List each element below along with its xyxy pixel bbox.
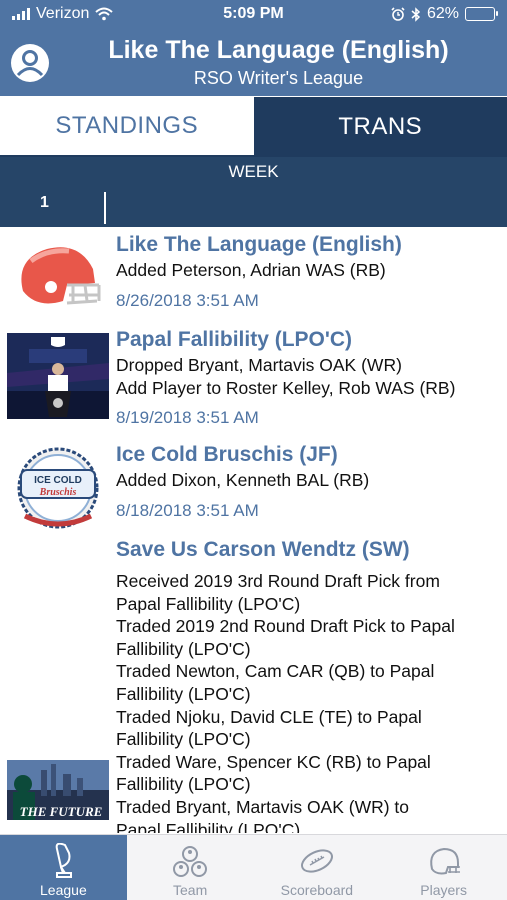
transaction-text: Save Us Carson Wendtz (SW) Received 2019… — [116, 536, 499, 833]
week-option-1[interactable]: 1 — [40, 194, 49, 212]
football-icon — [300, 849, 333, 873]
transaction-line: Traded Njoku, David CLE (TE) to Papal — [116, 706, 422, 727]
team-icon — [173, 846, 208, 877]
transaction-line: Fallibility (LPO'C) — [116, 638, 251, 659]
logo-text-top: ICE COLD — [34, 475, 82, 486]
nav-league[interactable]: League — [0, 835, 127, 900]
nfl-draft-podium-photo — [7, 333, 109, 419]
team-name[interactable]: Papal Fallibility (LPO'C) — [116, 326, 499, 354]
transaction-text: Papal Fallibility (LPO'C) Dropped Bryant… — [116, 326, 499, 429]
battery-percent: 62% — [426, 5, 459, 22]
transactions-list: Like The Language (English) Added Peters… — [0, 227, 507, 833]
transaction-text: Like The Language (English) Added Peters… — [116, 231, 499, 312]
status-right: 62% — [391, 5, 498, 23]
bottom-tab-bar: League Team Scoreboard Players — [0, 834, 507, 900]
page-title: Like The Language (English) — [108, 36, 449, 64]
nav-label: Scoreboard — [280, 882, 354, 898]
tab-trans[interactable]: TRANS — [253, 97, 507, 157]
transaction-date: 8/19/2018 3:51 AM — [116, 408, 259, 428]
week-divider — [104, 192, 106, 224]
view-tabs: STANDINGS TRANS — [0, 97, 507, 157]
helmet-icon — [429, 847, 460, 875]
trophy-icon — [56, 843, 73, 878]
transaction-line: Fallibility (LPO'C) — [116, 683, 251, 704]
nav-scoreboard[interactable]: Scoreboard — [254, 835, 381, 900]
bluetooth-icon — [411, 6, 421, 22]
ice-cold-bruschis-logo: ICE COLD Bruschis — [17, 447, 99, 529]
week-label: WEEK — [228, 162, 279, 181]
transaction-line: Added Peterson, Adrian WAS (RB) — [116, 260, 386, 280]
nav-label: Team — [173, 882, 208, 898]
photo-banner-text: THE FUTURE — [20, 804, 103, 819]
week-selector: WEEK 1 — [0, 157, 507, 227]
app-header: Verizon 5:09 PM 62% Like The Language (E… — [0, 0, 507, 96]
nav-label: Players — [420, 882, 467, 898]
league-subtitle: RSO Writer's League — [193, 68, 364, 88]
team-name[interactable]: Like The Language (English) — [116, 231, 499, 259]
transaction-line: Received 2019 3rd Round Draft Pick from — [116, 571, 440, 591]
list-item[interactable]: ICE COLD Bruschis Ice Cold Bruschis (JF)… — [0, 437, 507, 532]
transaction-date: 8/18/2018 3:51 AM — [116, 500, 259, 520]
transaction-line: Dropped Bryant, Martavis OAK (WR) — [116, 355, 402, 375]
transaction-line: Fallibility (LPO'C) — [116, 774, 251, 795]
team-name[interactable]: Ice Cold Bruschis (JF) — [116, 441, 499, 469]
nav-team[interactable]: Team — [127, 835, 254, 900]
list-item[interactable]: Papal Fallibility (LPO'C) Dropped Bryant… — [0, 322, 507, 437]
nav-players[interactable]: Players — [380, 835, 507, 900]
list-item[interactable]: Like The Language (English) Added Peters… — [0, 227, 507, 322]
tab-standings[interactable]: STANDINGS — [0, 97, 254, 157]
football-helmet-icon — [21, 247, 101, 305]
profile-avatar-icon[interactable] — [9, 42, 51, 84]
transaction-line: Papal Fallibility (LPO'C) — [116, 819, 301, 833]
alarm-icon — [391, 7, 405, 21]
transaction-line: Add Player to Roster Kelley, Rob WAS (RB… — [116, 377, 456, 398]
transaction-line: Traded Bryant, Martavis OAK (WR) to — [116, 796, 410, 817]
transaction-line: Traded Newton, Cam CAR (QB) to Papal — [116, 661, 435, 682]
transaction-line: Papal Fallibility (LPO'C) — [116, 593, 301, 614]
status-bar: Verizon 5:09 PM 62% — [0, 0, 507, 30]
team-name[interactable]: Save Us Carson Wendtz (SW) — [116, 536, 499, 564]
the-future-player-photo: THE FUTURE — [7, 760, 109, 820]
transaction-line: Traded Ware, Spencer KC (RB) to Papal — [116, 751, 431, 772]
transaction-text: Ice Cold Bruschis (JF) Added Dixon, Kenn… — [116, 441, 499, 522]
transaction-date: 8/26/2018 3:51 AM — [116, 290, 259, 310]
list-item[interactable]: THE FUTURE Save Us Carson Wendtz (SW) Re… — [0, 532, 507, 833]
transaction-line: Traded 2019 2nd Round Draft Pick to Papa… — [116, 616, 455, 637]
transaction-line: Fallibility (LPO'C) — [116, 729, 251, 750]
nav-label: League — [40, 882, 87, 898]
transaction-line: Added Dixon, Kenneth BAL (RB) — [116, 470, 370, 490]
logo-text-script: Bruschis — [39, 487, 77, 498]
battery-icon — [465, 7, 498, 21]
